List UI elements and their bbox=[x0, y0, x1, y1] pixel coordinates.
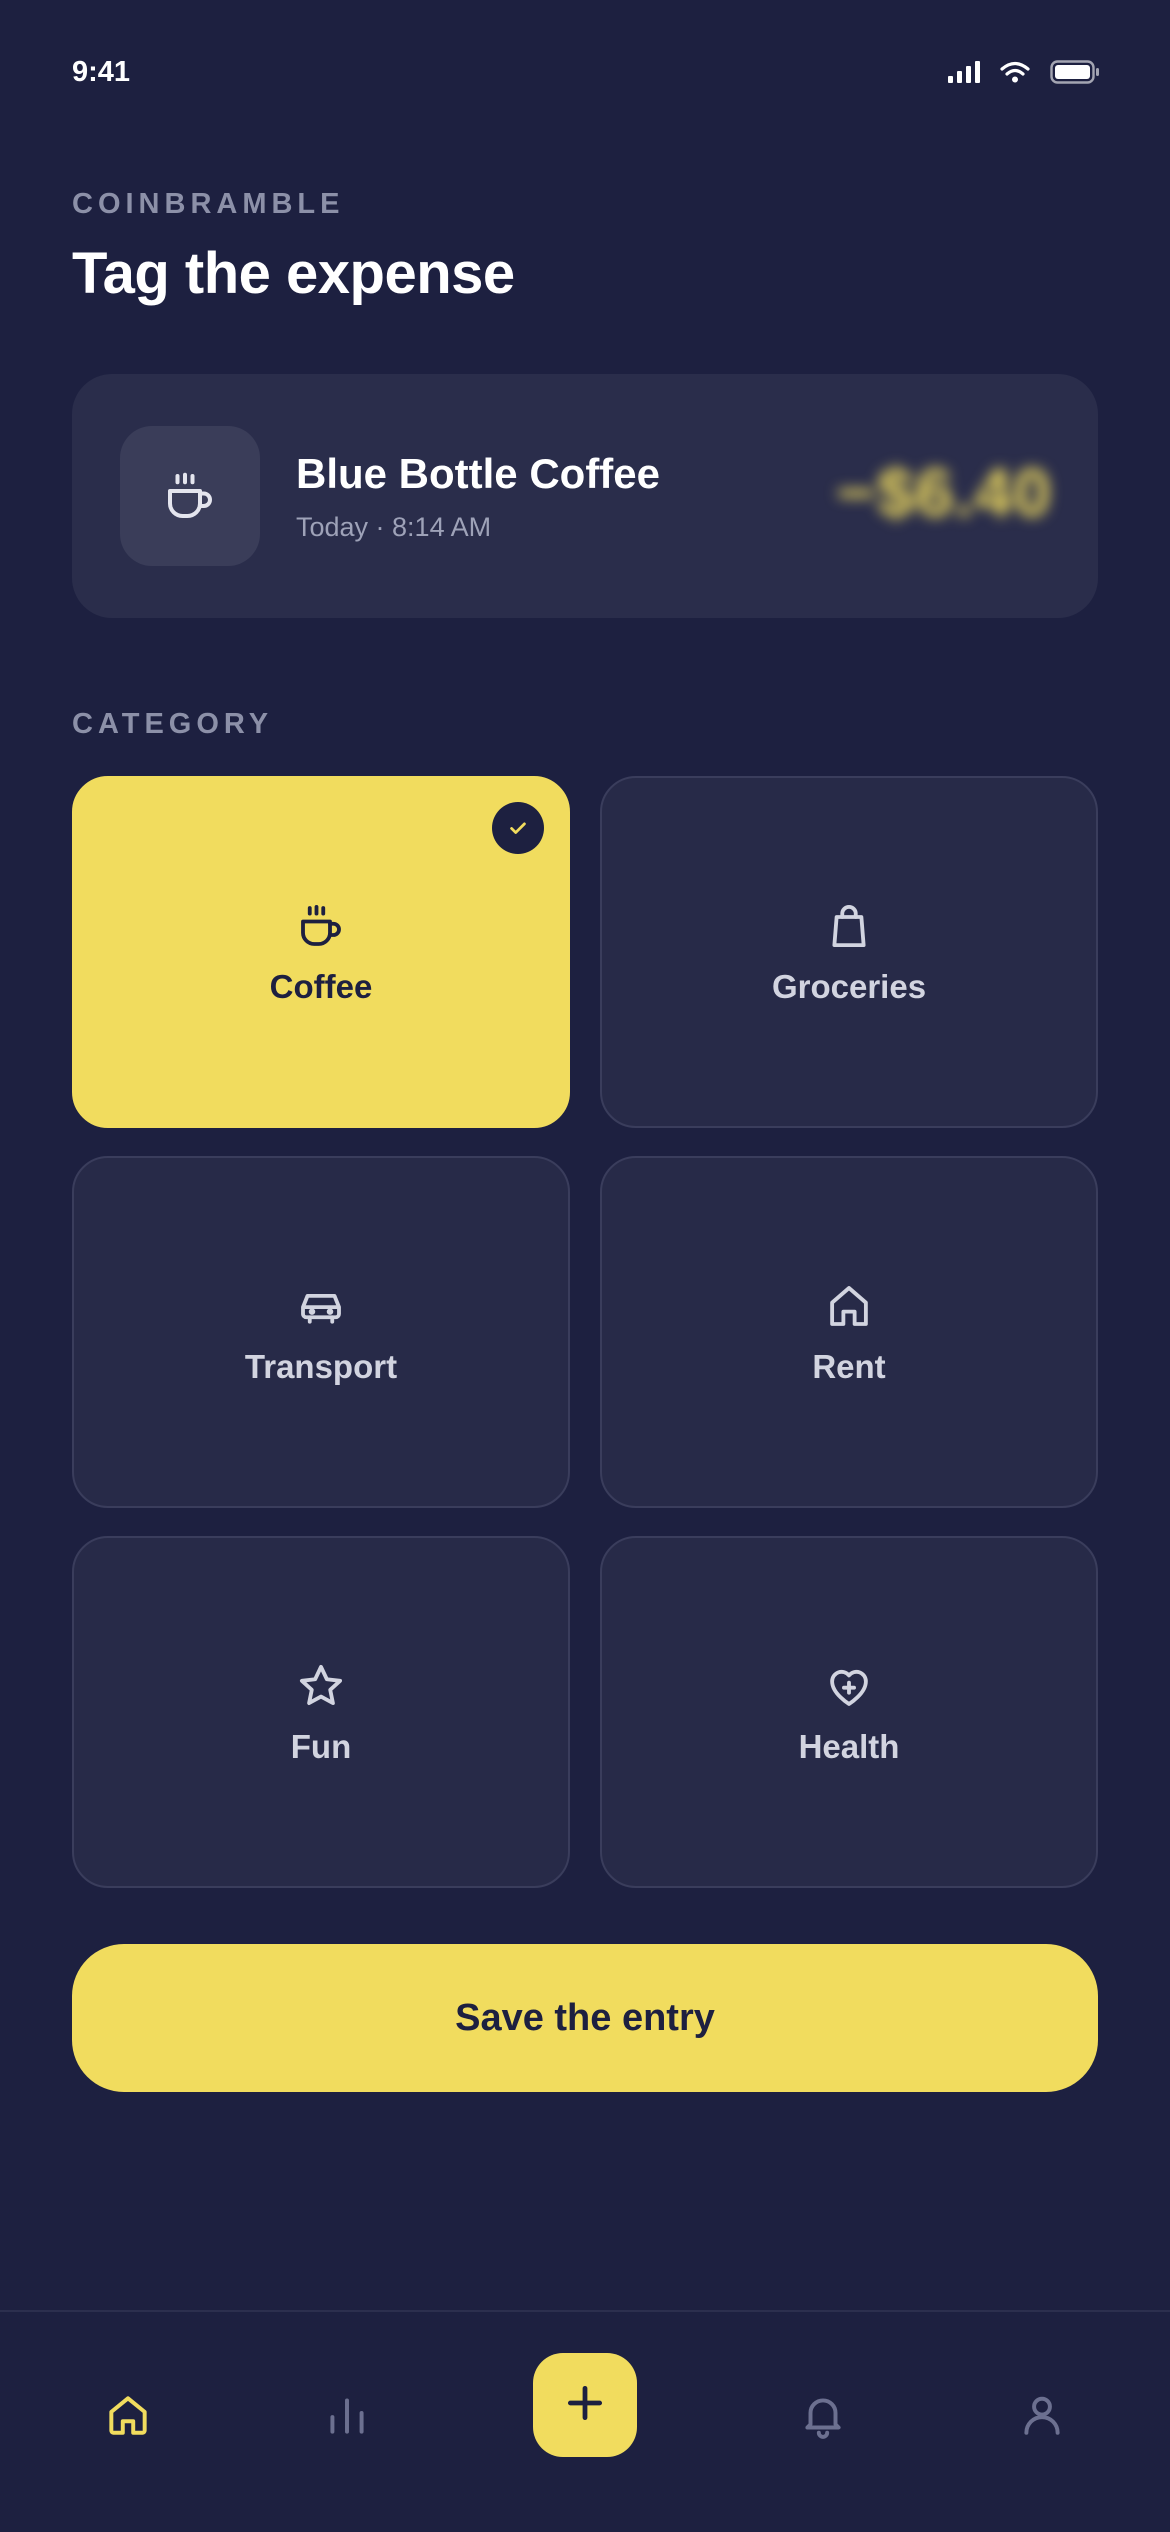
car-icon bbox=[293, 1278, 349, 1334]
coffee-cup-icon bbox=[293, 898, 349, 954]
bell-icon bbox=[798, 2390, 848, 2445]
profile-icon bbox=[1017, 2390, 1067, 2445]
home-icon bbox=[821, 1278, 877, 1334]
stats-icon bbox=[322, 2390, 372, 2445]
category-label: Coffee bbox=[269, 968, 373, 1005]
save-entry-button[interactable]: Save the entry bbox=[72, 1944, 1098, 2092]
shopping-bag-icon bbox=[821, 898, 877, 954]
tab-profile[interactable] bbox=[1002, 2382, 1082, 2452]
category-tile-rent[interactable]: Rent bbox=[600, 1156, 1098, 1508]
heart-plus-icon bbox=[821, 1658, 877, 1714]
category-tile-coffee[interactable]: Coffee bbox=[72, 776, 570, 1128]
category-label: Fun bbox=[290, 1728, 352, 1765]
category-grid: Coffee Groceries Transport Rent Fun Heal… bbox=[72, 776, 1098, 1888]
category-label: Groceries bbox=[771, 968, 927, 1005]
wifi-icon bbox=[1000, 61, 1030, 88]
tab-notifications[interactable] bbox=[783, 2382, 863, 2452]
star-icon bbox=[293, 1658, 349, 1714]
status-icons bbox=[948, 60, 1100, 89]
merchant-name: Blue Bottle Coffee bbox=[296, 450, 661, 497]
category-label: Rent bbox=[812, 1348, 886, 1385]
category-label: Transport bbox=[244, 1348, 398, 1385]
category-section-label: CATEGORY bbox=[72, 708, 274, 740]
brand-name: COINBRAMBLE bbox=[72, 188, 345, 220]
tab-home[interactable] bbox=[88, 2382, 168, 2452]
battery-icon bbox=[1050, 60, 1100, 89]
home-icon bbox=[103, 2390, 153, 2445]
transaction-card: Blue Bottle Coffee Today · 8:14 AM −$6.4… bbox=[72, 374, 1098, 618]
category-label: Health bbox=[798, 1728, 900, 1765]
category-tile-fun[interactable]: Fun bbox=[72, 1536, 570, 1888]
signal-icon bbox=[948, 61, 980, 88]
category-tile-health[interactable]: Health bbox=[600, 1536, 1098, 1888]
tab-stats[interactable] bbox=[307, 2382, 387, 2452]
status-bar: 9:41 bbox=[0, 0, 1170, 150]
coffee-cup-icon bbox=[120, 426, 260, 566]
bottom-tab-bar bbox=[0, 2310, 1170, 2532]
check-icon bbox=[492, 802, 544, 854]
category-tile-transport[interactable]: Transport bbox=[72, 1156, 570, 1508]
add-entry-button[interactable] bbox=[533, 2353, 637, 2457]
transaction-amount: −$6.40 bbox=[836, 455, 1052, 531]
add-icon bbox=[563, 2381, 607, 2430]
category-tile-groceries[interactable]: Groceries bbox=[600, 776, 1098, 1128]
status-time: 9:41 bbox=[72, 56, 131, 88]
page-title: Tag the expense bbox=[72, 241, 515, 306]
transaction-time: Today · 8:14 AM bbox=[296, 512, 492, 542]
